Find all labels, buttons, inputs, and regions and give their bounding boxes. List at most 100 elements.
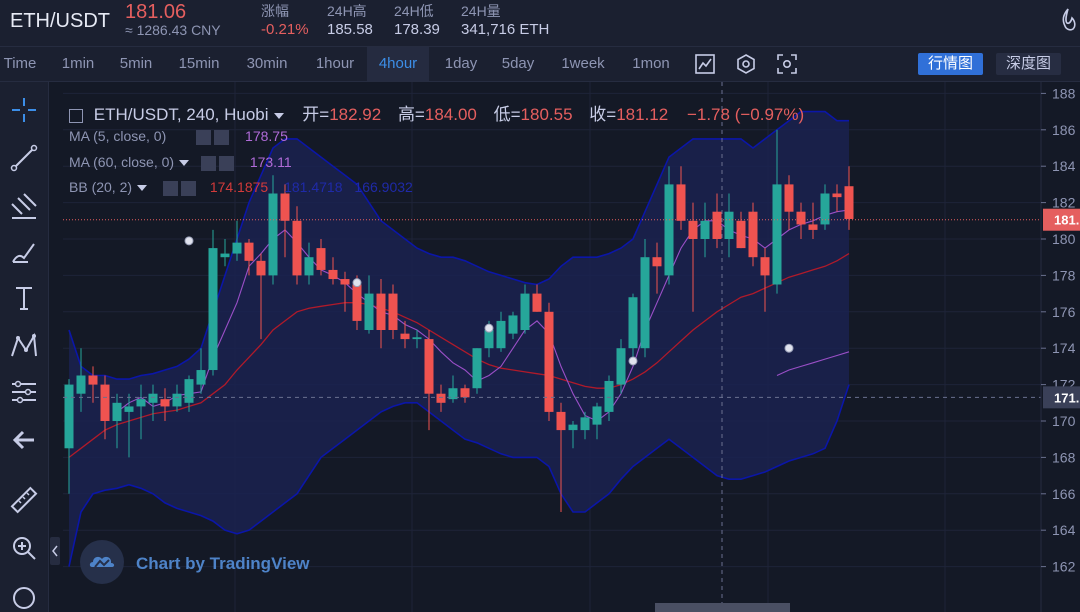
pair-name[interactable]: ETH/USDT (10, 10, 110, 33)
interval-4hour[interactable]: 4hour (367, 47, 429, 81)
fib-channel-icon[interactable] (8, 190, 40, 222)
legend-collapse-icon[interactable] (69, 108, 83, 123)
bb-remove-icon[interactable] (180, 180, 196, 196)
candle-body (760, 257, 770, 276)
text-tool-icon[interactable] (8, 282, 40, 314)
bb-settings-icon[interactable] (162, 180, 178, 196)
y-tick-label: 170 (1052, 413, 1076, 429)
zoom-in-icon[interactable] (8, 532, 40, 564)
price-axis[interactable]: 1621641661681701721741761781801821841861… (1040, 82, 1080, 612)
candle-body (700, 220, 710, 239)
candle-body (220, 253, 230, 258)
candle-body (844, 186, 854, 219)
interval-time[interactable]: Time (0, 47, 40, 81)
ma5-remove-icon[interactable] (214, 129, 230, 145)
bb-menu-chevron-icon[interactable] (137, 185, 148, 192)
brand-logo-icon (1062, 8, 1076, 31)
tab-depth-chart[interactable]: 深度图 (996, 53, 1062, 75)
settings-gear-icon[interactable] (735, 53, 757, 75)
candle-body (808, 224, 818, 230)
prediction-tool-icon[interactable] (8, 376, 40, 408)
bb-lower-value: 166.9032 (354, 179, 413, 195)
candle-body (412, 337, 422, 340)
interval-1hour[interactable]: 1hour (307, 47, 363, 81)
brush-icon[interactable] (8, 236, 40, 268)
candle-body (376, 293, 386, 330)
back-arrow-icon[interactable] (8, 424, 40, 456)
interval-15min[interactable]: 15min (170, 47, 228, 81)
pattern-tool-icon[interactable] (8, 330, 40, 362)
bb-legend: BB (20, 2) 174.1875 181.4718 166.9032 (69, 179, 413, 196)
candle-body (676, 184, 686, 221)
candle-body (604, 380, 614, 412)
y-tick-label: 180 (1052, 231, 1076, 247)
interval-5min[interactable]: 5min (112, 47, 160, 81)
candle-body (76, 375, 86, 394)
ma60-value: 173.11 (249, 154, 292, 170)
ma60-menu-chevron-icon[interactable] (179, 160, 190, 167)
candle-body (508, 315, 518, 334)
candle-body (712, 211, 722, 239)
series-title[interactable]: ETH/USDT, 240, Huobi (94, 105, 269, 124)
candle-body (652, 257, 662, 267)
crosshair-icon[interactable] (8, 94, 40, 126)
ma60-label[interactable]: MA (60, close, 0) (69, 154, 174, 170)
candle-body (580, 417, 590, 431)
ma5-label[interactable]: MA (5, close, 0) (69, 128, 166, 144)
annotation-point (484, 323, 494, 333)
candle-body (736, 220, 746, 249)
interval-1week[interactable]: 1week (552, 47, 614, 81)
bb-upper-value: 181.4718 (284, 179, 343, 195)
bb-mid-value: 174.1875 (209, 179, 269, 195)
trend-line-icon[interactable] (8, 142, 40, 174)
low-24h-value: 178.39 (394, 21, 440, 38)
drawing-tools-sidebar (0, 82, 49, 612)
interval-5day[interactable]: 5day (494, 47, 542, 81)
y-tick-label: 162 (1052, 559, 1076, 575)
tab-kline-chart[interactable]: 行情图 (918, 53, 984, 75)
candle-body (64, 384, 74, 449)
collapse-sidebar-handle[interactable] (50, 537, 60, 565)
tradingview-watermark[interactable]: Chart by TradingView (80, 540, 320, 584)
annotation-point (784, 343, 794, 353)
interval-1min[interactable]: 1min (54, 47, 102, 81)
candle-body (484, 330, 494, 349)
high-label: 高= (397, 105, 425, 124)
interval-1mon[interactable]: 1mon (624, 47, 678, 81)
interval-30min[interactable]: 30min (238, 47, 296, 81)
candle-body (328, 269, 338, 280)
candle-body (184, 379, 194, 403)
cny-price: ≈ 1286.43 CNY (125, 22, 221, 38)
interval-1day[interactable]: 1day (437, 47, 485, 81)
bb-label[interactable]: BB (20, 2) (69, 179, 132, 195)
chart-area[interactable]: 162 164 166 168 170 172 174 176 178 180 182 184 186 1… (49, 82, 1080, 612)
candle-body (436, 393, 446, 403)
candle-body (784, 184, 794, 212)
y-tick-label: 186 (1052, 122, 1076, 138)
ma60-settings-icon[interactable] (200, 155, 216, 171)
chart-type-icon[interactable] (694, 53, 716, 75)
y-tick-label: 182 (1052, 195, 1076, 211)
ruler-icon[interactable] (8, 484, 40, 516)
annotation-point (628, 356, 638, 366)
candle-body (352, 284, 362, 321)
ma60-remove-icon[interactable] (218, 155, 234, 171)
candle-body (364, 293, 374, 330)
candle-body (556, 411, 566, 431)
candle-body (424, 339, 434, 394)
screenshot-icon[interactable] (776, 53, 798, 75)
series-menu-chevron-icon[interactable] (273, 112, 284, 119)
magnet-icon[interactable] (8, 578, 40, 610)
candle-body (232, 242, 242, 254)
crosshair-price-tag-label: 171. (1054, 390, 1079, 405)
annotation-point (352, 278, 362, 288)
timeline-scrollbar[interactable] (655, 603, 790, 612)
high-value: 184.00 (424, 105, 477, 124)
ma5-settings-icon[interactable] (196, 129, 212, 145)
candle-body (796, 211, 806, 225)
low-label: 低= (493, 105, 521, 124)
change-value: −1.78 (−0.97%) (686, 105, 805, 124)
candle-body (196, 370, 206, 385)
candle-body (664, 184, 674, 276)
close-label: 收= (589, 105, 617, 124)
